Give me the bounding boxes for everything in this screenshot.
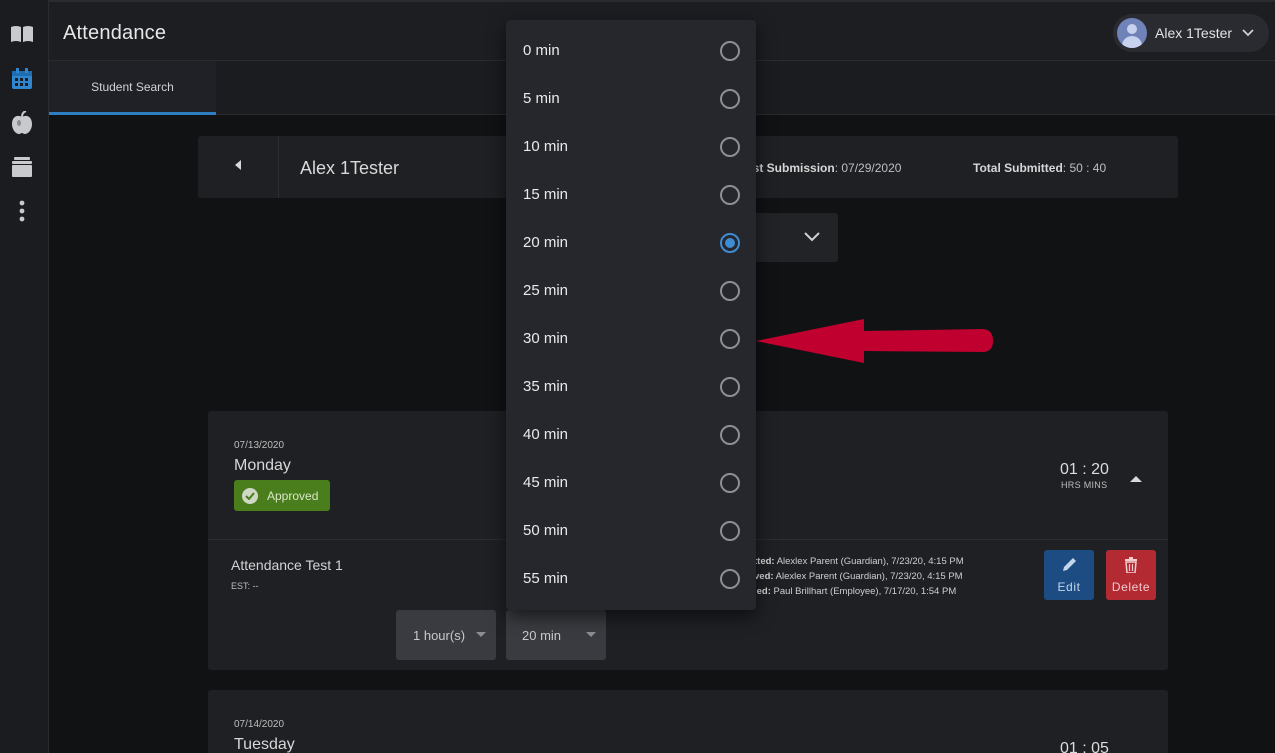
radio-button[interactable] xyxy=(720,473,740,493)
option-label: 40 min xyxy=(523,426,569,443)
caret-down-icon xyxy=(476,632,486,637)
audit-modified: ied: Paul Brillhart (Employee), 7/17/20,… xyxy=(754,586,957,597)
trash-icon xyxy=(1124,556,1138,576)
option-label: 15 min xyxy=(523,186,569,203)
radio-button[interactable] xyxy=(720,89,740,109)
total-submitted: Total Submitted: 50 : 40 xyxy=(973,161,1107,175)
day-card-tuesday: 07/14/2020 Tuesday 01 : 05 xyxy=(208,690,1168,753)
check-circle-icon xyxy=(242,487,258,504)
archive-icon[interactable] xyxy=(10,155,34,179)
caret-down-icon[interactable] xyxy=(1130,748,1142,753)
minutes-option[interactable]: 15 min xyxy=(506,171,756,219)
option-label: 25 min xyxy=(523,282,569,299)
radio-button[interactable] xyxy=(720,137,740,157)
radio-button[interactable] xyxy=(720,521,740,541)
book-icon[interactable] xyxy=(10,22,34,46)
last-submission: ast Submission: 07/29/2020 xyxy=(746,161,902,175)
sidebar xyxy=(0,0,49,753)
minutes-option[interactable]: 55 min xyxy=(506,555,756,603)
day-total: 01 : 05 xyxy=(1060,740,1109,753)
entry-title: Attendance Test 1 xyxy=(231,557,343,573)
day-total: 01 : 20 xyxy=(1060,461,1109,478)
delete-button[interactable]: Delete xyxy=(1106,550,1156,600)
radio-button[interactable] xyxy=(720,377,740,397)
day-date: 07/13/2020 xyxy=(234,440,285,451)
minutes-select[interactable]: 20 min xyxy=(506,610,606,660)
minutes-option[interactable]: 40 min xyxy=(506,411,756,459)
audit-approved: ved: Alexlex Parent (Guardian), 7/23/20,… xyxy=(754,571,963,582)
option-label: 35 min xyxy=(523,378,569,395)
minutes-option[interactable]: 5 min xyxy=(506,75,756,123)
option-label: 45 min xyxy=(523,474,569,491)
calendar-icon[interactable] xyxy=(10,67,34,91)
radio-button[interactable] xyxy=(720,569,740,589)
radio-button[interactable] xyxy=(720,281,740,301)
status-badge: Approved xyxy=(234,480,330,511)
minutes-option[interactable]: 35 min xyxy=(506,363,756,411)
day-name: Monday xyxy=(234,457,291,474)
radio-button[interactable] xyxy=(720,185,740,205)
minutes-option[interactable]: 30 min xyxy=(506,315,756,363)
day-total-units: HRS MINS xyxy=(1061,480,1108,490)
radio-button[interactable] xyxy=(720,329,740,349)
edit-button[interactable]: Edit xyxy=(1044,550,1094,600)
day-date: 07/14/2020 xyxy=(234,719,285,730)
option-label: 5 min xyxy=(523,90,560,107)
minutes-option-selected[interactable]: 20 min xyxy=(506,219,756,267)
radio-button-selected[interactable] xyxy=(720,233,740,253)
caret-left-icon xyxy=(234,158,242,176)
day-name: Tuesday xyxy=(234,736,295,753)
edit-label: Edit xyxy=(1057,579,1081,594)
minutes-option[interactable]: 25 min xyxy=(506,267,756,315)
minutes-option[interactable]: 10 min xyxy=(506,123,756,171)
annotation-arrow-icon xyxy=(756,318,996,369)
minutes-dropdown: 0 min 5 min 10 min 15 min 20 min 25 min … xyxy=(506,20,756,610)
more-vertical-icon[interactable] xyxy=(10,199,34,223)
pencil-icon xyxy=(1061,557,1077,576)
option-label: 20 min xyxy=(523,234,569,251)
chevron-down-icon xyxy=(1242,24,1254,42)
audit-submitted: tted: Alexlex Parent (Guardian), 7/23/20… xyxy=(754,556,964,567)
entry-est: EST: -- xyxy=(231,581,259,591)
avatar xyxy=(1117,18,1147,48)
hours-value: 1 hour(s) xyxy=(413,627,466,643)
hours-select[interactable]: 1 hour(s) xyxy=(396,610,496,660)
minutes-option[interactable]: 50 min xyxy=(506,507,756,555)
caret-down-icon xyxy=(586,632,596,637)
user-menu[interactable]: Alex 1Tester xyxy=(1113,14,1269,52)
minutes-option[interactable]: 0 min xyxy=(506,27,756,75)
student-name: Alex 1Tester xyxy=(300,158,400,178)
chevron-down-icon xyxy=(804,229,820,247)
minutes-value: 20 min xyxy=(522,627,562,643)
user-name: Alex 1Tester xyxy=(1155,25,1233,41)
delete-label: Delete xyxy=(1111,579,1151,594)
option-label: 50 min xyxy=(523,522,569,539)
radio-button[interactable] xyxy=(720,425,740,445)
page-title: Attendance xyxy=(63,22,167,44)
option-label: 55 min xyxy=(523,570,569,587)
apple-icon[interactable] xyxy=(10,111,34,135)
minutes-option[interactable]: 45 min xyxy=(506,459,756,507)
option-label: 0 min xyxy=(523,42,560,59)
radio-button[interactable] xyxy=(720,41,740,61)
tab-student-search[interactable]: Student Search xyxy=(49,61,216,115)
back-button[interactable] xyxy=(198,136,279,198)
option-label: 30 min xyxy=(523,330,569,347)
status-label: Approved xyxy=(267,488,319,503)
caret-up-icon[interactable] xyxy=(1130,470,1142,488)
option-label: 10 min xyxy=(523,138,569,155)
